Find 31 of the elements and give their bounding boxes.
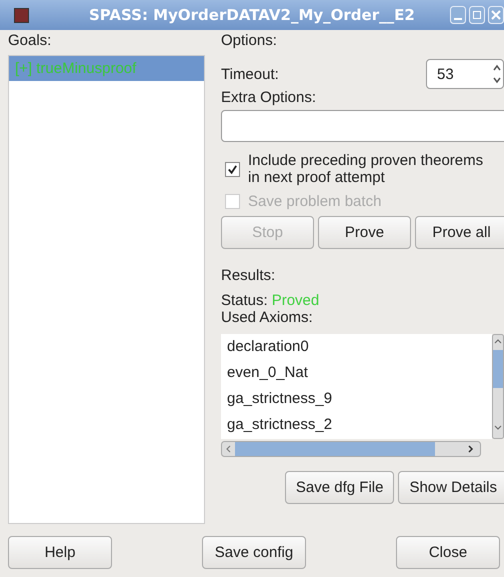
timeout-spinbox[interactable]: 53 [426, 59, 504, 89]
goals-label: Goals: [8, 32, 52, 49]
axiom-item[interactable]: ga_strictness_9 [227, 386, 492, 412]
options-label: Options: [221, 32, 278, 49]
window-title: SPASS: MyOrderDATAV2_My_Order__E2 [89, 6, 415, 24]
extra-options-field[interactable] [221, 110, 504, 142]
axiom-item[interactable]: even_0_Nat [227, 360, 492, 386]
app-icon [14, 8, 29, 22]
timeout-label: Timeout: [221, 66, 279, 82]
axiom-item[interactable]: ga_strictness_2 [227, 412, 492, 438]
action-button[interactable]: Prove all [415, 216, 504, 249]
footer-button[interactable]: Help [8, 536, 112, 569]
maximize-icon[interactable] [469, 6, 485, 24]
results-label: Results: [221, 266, 276, 284]
result-button[interactable]: Show Details [398, 470, 504, 504]
footer-button[interactable]: Close [396, 536, 500, 569]
checkbox-label: Save problem batch [248, 192, 382, 210]
used-axioms-label: Used Axioms: [221, 308, 314, 326]
extra-options-label: Extra Options: [221, 89, 318, 106]
checkbox-label: Include preceding proven theorems in next proof attempt [248, 152, 484, 186]
horizontal-scrollbar[interactable] [221, 440, 481, 457]
status-label: Status: [221, 292, 268, 309]
result-button[interactable]: Save dfg File [284, 470, 394, 504]
axiom-item[interactable]: declaration0 [227, 334, 492, 360]
close-icon[interactable] [488, 6, 504, 24]
footer-button[interactable]: Save config [202, 536, 306, 569]
status-value: Proved [272, 292, 320, 309]
checkbox[interactable] [225, 162, 240, 177]
minimize-icon[interactable] [450, 6, 466, 24]
vertical-scrollbar[interactable] [492, 334, 504, 439]
action-button[interactable]: Prove [318, 216, 411, 249]
